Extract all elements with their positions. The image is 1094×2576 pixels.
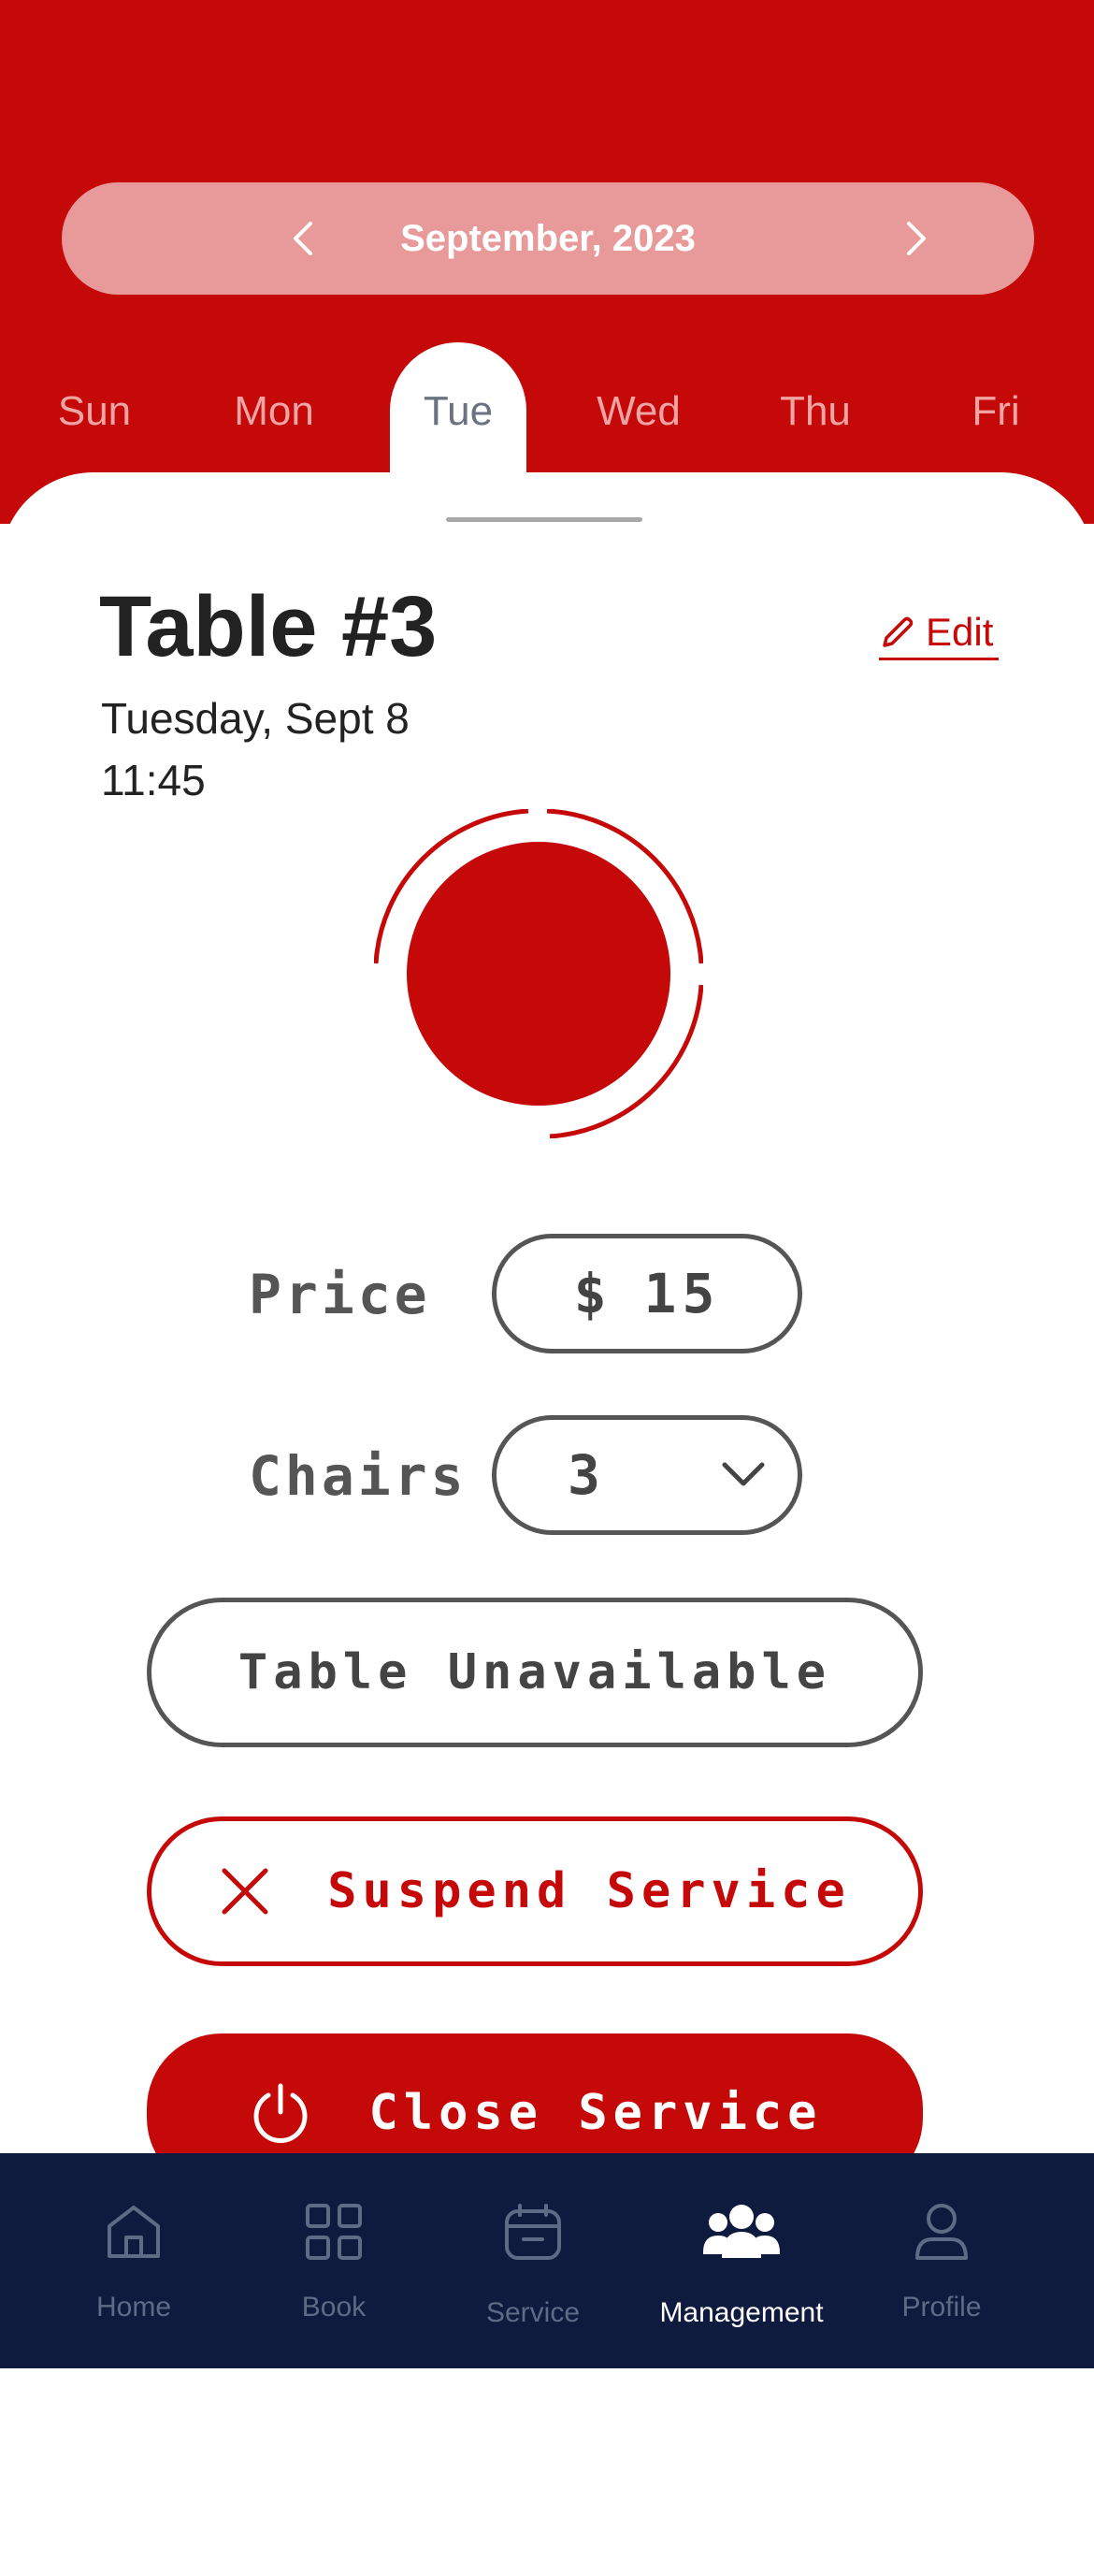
nav-label-home: Home [95, 2292, 172, 2323]
month-selector: September, 2023 [62, 182, 1034, 295]
reservation-time: 11:45 [101, 756, 206, 804]
chevron-right-icon [907, 222, 926, 255]
nav-label-book: Book [301, 2292, 367, 2323]
nav-item-service[interactable]: Service [430, 2153, 636, 2368]
price-currency: $ [573, 1262, 612, 1325]
reservation-date: Tuesday, Sept 8 [101, 694, 410, 743]
nav-label-profile: Profile [901, 2292, 982, 2323]
sheet-drag-handle[interactable] [446, 517, 642, 522]
table-unavailable-button[interactable]: Table Unavailable [147, 1598, 923, 1747]
table-title: Table #3 [99, 579, 438, 674]
group-icon [703, 2205, 780, 2258]
suspend-service-label: Suspend Service [327, 1863, 851, 1919]
suspend-service-button[interactable]: Suspend Service [147, 1816, 923, 1966]
power-icon [253, 2083, 307, 2143]
nav-label-management: Management [659, 2297, 824, 2328]
chairs-label: Chairs [249, 1444, 468, 1508]
nav-item-profile[interactable]: Profile [839, 2153, 1044, 2368]
day-wed[interactable]: Wed [569, 379, 709, 444]
day-sun[interactable]: Sun [24, 379, 165, 444]
table-unavailable-label: Table Unavailable [238, 1644, 832, 1700]
chairs-value: 3 [568, 1443, 606, 1507]
table-status-indicator [374, 809, 703, 1138]
calendar-icon [505, 2204, 561, 2260]
nav-item-home[interactable]: Home [31, 2153, 237, 2368]
pencil-icon [883, 616, 914, 647]
day-thu[interactable]: Thu [745, 379, 885, 444]
price-label: Price [249, 1263, 431, 1326]
price-value: 15 [643, 1262, 721, 1325]
bottom-navigation: Home Book Service Management Profile [0, 2153, 1094, 2368]
nav-item-book[interactable]: Book [231, 2153, 437, 2368]
edit-link[interactable]: Edit [879, 606, 999, 660]
price-input[interactable]: $ 15 [492, 1234, 802, 1353]
grid-icon [306, 2204, 362, 2260]
chairs-select[interactable]: 3 [492, 1415, 802, 1535]
day-mon[interactable]: Mon [204, 379, 344, 444]
close-service-label: Close Service [368, 2085, 823, 2141]
close-x-icon [222, 1868, 268, 1915]
next-month-button[interactable] [888, 210, 944, 267]
day-tue[interactable]: Tue [388, 379, 528, 444]
nav-label-service: Service [485, 2297, 581, 2328]
edit-label: Edit [926, 609, 994, 654]
home-icon [108, 2206, 160, 2258]
day-fri[interactable]: Fri [926, 379, 1066, 444]
user-icon [915, 2204, 968, 2260]
chevron-down-icon [722, 1462, 765, 1486]
nav-item-management[interactable]: Management [639, 2153, 844, 2368]
